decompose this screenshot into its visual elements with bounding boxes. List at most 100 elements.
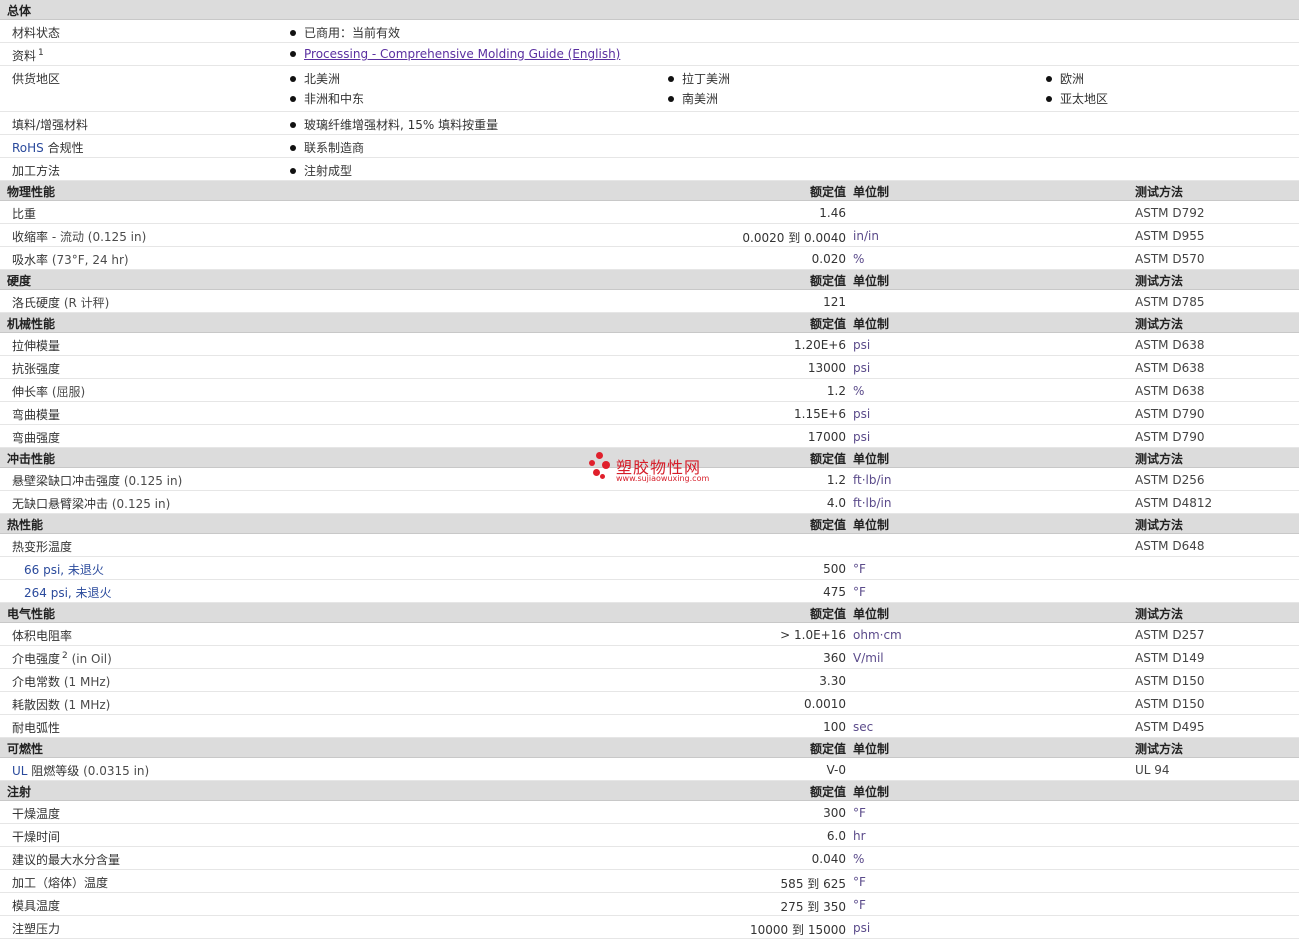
watermark-logo-dot bbox=[596, 452, 603, 459]
footnote-marker: 2 bbox=[62, 651, 68, 661]
column-header-test: 测试方法 bbox=[1135, 452, 1184, 466]
property-name: 模具温度 bbox=[12, 899, 61, 913]
bullet-icon bbox=[290, 167, 296, 174]
property-row: 介电常数 (1 MHz) 3.30 ASTM D150 bbox=[0, 669, 1299, 692]
row-label: 材料状态 bbox=[12, 26, 61, 40]
property-name: 拉伸模量 bbox=[12, 339, 61, 353]
property-value: 1.2 bbox=[826, 473, 846, 487]
column-header-unit: 单位制 bbox=[853, 452, 890, 466]
watermark-logo-dot bbox=[593, 469, 600, 476]
region: 北美洲 bbox=[304, 72, 341, 86]
property-value: 1.46 bbox=[819, 206, 846, 220]
property-unit: % bbox=[853, 384, 865, 398]
property-name: 阻燃等级 bbox=[27, 764, 80, 778]
footnote-marker: 1 bbox=[38, 48, 44, 58]
watermark: 塑胶物性网 www.sujiaowuxing.com bbox=[588, 450, 718, 486]
property-name: 介电强度 bbox=[12, 652, 61, 666]
property-condition: (屈服) bbox=[48, 385, 86, 399]
property-name: 弯曲模量 bbox=[12, 408, 61, 422]
section-title: 冲击性能 bbox=[7, 452, 56, 466]
property-value: 3.30 bbox=[819, 674, 846, 688]
property-value: > 1.0E+16 bbox=[780, 628, 846, 642]
property-label-link[interactable]: UL bbox=[12, 764, 27, 778]
property-name: 弯曲强度 bbox=[12, 431, 61, 445]
column-header-unit: 单位制 bbox=[853, 785, 890, 799]
property-name: 热变形温度 bbox=[12, 540, 73, 554]
property-test-method: ASTM D150 bbox=[1135, 674, 1205, 688]
column-header-test: 测试方法 bbox=[1135, 317, 1184, 331]
section-header: 热性能 额定值 单位制 测试方法 bbox=[0, 514, 1299, 534]
property-value: 0.020 bbox=[811, 252, 846, 266]
property-condition: (73°F, 24 hr) bbox=[48, 253, 129, 267]
property-name: 耗散因数 bbox=[12, 698, 61, 712]
doc-link[interactable]: Processing - Comprehensive Molding Guide… bbox=[304, 47, 620, 61]
property-unit: °F bbox=[853, 806, 866, 820]
property-unit: % bbox=[853, 252, 865, 266]
column-header-unit: 单位制 bbox=[853, 274, 890, 288]
watermark-url: www.sujiaowuxing.com bbox=[616, 474, 710, 483]
column-header-value: 额定值 bbox=[809, 185, 846, 199]
column-header-value: 额定值 bbox=[809, 742, 846, 756]
property-row: 建议的最大水分含量 0.040% bbox=[0, 847, 1299, 870]
property-row: 比重 1.46 ASTM D792 bbox=[0, 201, 1299, 224]
property-condition: (0.125 in) bbox=[108, 497, 171, 511]
section-title: 可燃性 bbox=[7, 742, 44, 756]
property-row: 弯曲强度 17000 psi ASTM D790 bbox=[0, 425, 1299, 448]
column-header-value: 额定值 bbox=[809, 274, 846, 288]
property-name: 无缺口悬臂梁冲击 bbox=[12, 497, 109, 511]
property-test-method: ASTM D4812 bbox=[1135, 496, 1213, 510]
property-label: 耗散因数 (1 MHz) bbox=[12, 696, 110, 713]
section-title: 总体 bbox=[7, 4, 32, 18]
property-name: 注塑压力 bbox=[12, 922, 61, 936]
property-label: 耐电弧性 bbox=[12, 719, 60, 736]
property-unit: ohm·cm bbox=[853, 628, 902, 642]
property-label: 介电常数 (1 MHz) bbox=[12, 673, 110, 690]
property-value: 10000 到 15000 bbox=[750, 923, 846, 937]
property-unit: ft·lb/in bbox=[853, 496, 892, 510]
property-label: 比重 bbox=[12, 205, 36, 222]
property-value: 17000 bbox=[807, 430, 846, 444]
property-name: 264 psi, 未退火 bbox=[24, 586, 112, 600]
column-header-test: 测试方法 bbox=[1135, 518, 1184, 532]
row-label: 资料 bbox=[12, 49, 37, 63]
property-value: 360 bbox=[823, 651, 846, 665]
property-row: 吸水率 (73°F, 24 hr) 0.020% ASTM D570 bbox=[0, 247, 1299, 270]
property-label: 拉伸模量 bbox=[12, 337, 60, 354]
region: 欧洲 bbox=[1060, 72, 1085, 86]
watermark-logo-dot bbox=[602, 461, 610, 469]
rohs-link[interactable]: RoHS bbox=[12, 141, 44, 155]
property-row: 热变形温度 ASTM D648 bbox=[0, 534, 1299, 557]
column-header-unit: 单位制 bbox=[853, 742, 890, 756]
bullet-icon bbox=[290, 50, 296, 57]
section-title: 热性能 bbox=[7, 518, 44, 532]
property-test-method: ASTM D955 bbox=[1135, 229, 1205, 243]
region: 非洲和中东 bbox=[304, 92, 365, 106]
column-header-unit: 单位制 bbox=[853, 317, 890, 331]
property-label: 干燥温度 bbox=[12, 805, 60, 822]
property-label: 264 psi, 未退火 bbox=[24, 584, 112, 601]
property-label: UL 阻燃等级 (0.0315 in) bbox=[12, 762, 149, 779]
property-name: 体积电阻率 bbox=[12, 629, 73, 643]
column-header-value: 额定值 bbox=[809, 317, 846, 331]
property-row: 介电强度 2 (in Oil) 360 V/mil ASTM D149 bbox=[0, 646, 1299, 669]
property-condition: (R 计秤) bbox=[60, 296, 110, 310]
property-test-method: ASTM D648 bbox=[1135, 539, 1205, 553]
property-row: 264 psi, 未退火 475 °F bbox=[0, 580, 1299, 603]
property-row: 体积电阻率 > 1.0E+16 ohm·cm ASTM D257 bbox=[0, 623, 1299, 646]
property-value: 100 bbox=[823, 720, 846, 734]
section-header: 硬度 额定值 单位制 测试方法 bbox=[0, 270, 1299, 290]
property-label: 模具温度 bbox=[12, 897, 60, 914]
property-row: 拉伸模量 1.20E+6 psi ASTM D638 bbox=[0, 333, 1299, 356]
column-header-value: 额定值 bbox=[809, 607, 846, 621]
row-documentation: 资料 1 Processing - Comprehensive Molding G… bbox=[0, 43, 1299, 66]
region: 亚太地区 bbox=[1060, 92, 1109, 106]
bullet-icon bbox=[668, 75, 674, 82]
property-value: 585 到 625 bbox=[780, 877, 846, 891]
column-header-unit: 单位制 bbox=[853, 185, 890, 199]
property-value: 0.0020 到 0.0040 bbox=[742, 231, 846, 245]
property-label: 体积电阻率 bbox=[12, 627, 72, 644]
property-label: 弯曲强度 bbox=[12, 429, 60, 446]
property-condition: (1 MHz) bbox=[60, 675, 111, 689]
bullet-icon bbox=[1046, 95, 1052, 102]
property-row: 抗张强度 13000 psi ASTM D638 bbox=[0, 356, 1299, 379]
